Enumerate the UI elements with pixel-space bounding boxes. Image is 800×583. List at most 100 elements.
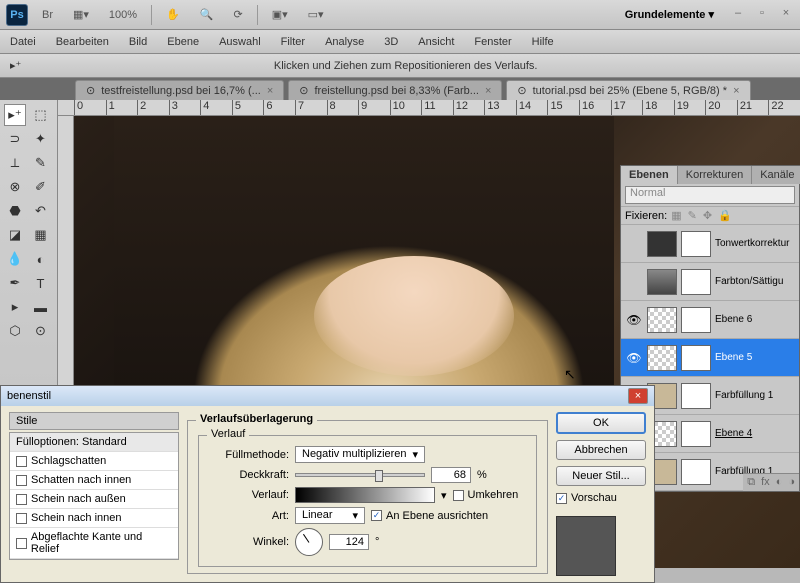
eyedropper-tool[interactable]: ✎: [30, 152, 52, 174]
opacity-input[interactable]: 68: [431, 467, 471, 483]
visibility-toggle[interactable]: [625, 273, 643, 291]
healing-tool[interactable]: ⊗: [4, 176, 26, 198]
zoom-icon[interactable]: 🔍: [194, 6, 220, 23]
cancel-button[interactable]: Abbrechen: [556, 440, 646, 460]
history-brush-tool[interactable]: ↶: [30, 200, 52, 222]
adjustment-icon[interactable]: ◑: [788, 476, 795, 489]
menu-hilfe[interactable]: Hilfe: [532, 36, 554, 48]
brush-tool[interactable]: ✐: [30, 176, 52, 198]
dodge-tool[interactable]: ◐: [30, 248, 52, 270]
type-tool[interactable]: T: [30, 272, 52, 294]
style-checkbox[interactable]: [16, 475, 27, 486]
styles-header[interactable]: Stile: [9, 412, 179, 430]
eraser-tool[interactable]: ◪: [4, 224, 26, 246]
link-icon[interactable]: ⧉: [747, 476, 755, 489]
layer-mask[interactable]: [681, 269, 711, 295]
screen-mode-button[interactable]: ▭▾: [302, 6, 330, 23]
layer-mask[interactable]: [681, 307, 711, 333]
slider-thumb[interactable]: [375, 470, 383, 482]
preview-checkbox[interactable]: Vorschau: [556, 492, 646, 504]
fillmode-select[interactable]: Negativ multiplizieren▾: [295, 446, 425, 463]
layer-mask[interactable]: [681, 459, 711, 485]
menu-bearbeiten[interactable]: Bearbeiten: [56, 36, 109, 48]
arrange-button[interactable]: ▣▾: [266, 6, 294, 23]
layer-thumb[interactable]: [647, 345, 677, 371]
move-tool[interactable]: ▸⁺: [4, 104, 26, 126]
angle-dial[interactable]: [295, 528, 323, 556]
layer-mask[interactable]: [681, 231, 711, 257]
type-select[interactable]: Linear▾: [295, 507, 365, 524]
reverse-checkbox[interactable]: Umkehren: [453, 489, 519, 501]
blend-mode-select[interactable]: Normal: [625, 186, 795, 204]
crop-tool[interactable]: ⟂: [4, 152, 26, 174]
doc-tab-active[interactable]: ⊙ tutorial.psd bei 25% (Ebene 5, RGB/8) …: [506, 80, 750, 100]
menu-filter[interactable]: Filter: [281, 36, 305, 48]
style-item[interactable]: Schein nach außen: [10, 490, 178, 509]
ok-button[interactable]: OK: [556, 412, 646, 434]
menu-bild[interactable]: Bild: [129, 36, 147, 48]
layer-thumb[interactable]: [647, 307, 677, 333]
menu-fenster[interactable]: Fenster: [474, 36, 511, 48]
style-item[interactable]: Abgeflachte Kante und Relief: [10, 528, 178, 559]
menu-ebene[interactable]: Ebene: [167, 36, 199, 48]
fx-icon[interactable]: fx: [761, 476, 770, 489]
pen-tool[interactable]: ✒: [4, 272, 26, 294]
chevron-down-icon[interactable]: ▾: [441, 489, 447, 502]
doc-tab[interactable]: ⊙ freistellung.psd bei 8,33% (Farb... ×: [288, 80, 502, 100]
marquee-tool[interactable]: ⬚: [30, 104, 52, 126]
layer-mask[interactable]: [681, 421, 711, 447]
3d-camera-tool[interactable]: ⊙: [30, 320, 52, 342]
tab-ebenen[interactable]: Ebenen: [621, 166, 678, 184]
mask-icon[interactable]: ◐: [776, 476, 783, 489]
style-item[interactable]: Schlagschatten: [10, 452, 178, 471]
bridge-button[interactable]: Br: [36, 7, 59, 23]
dialog-close-button[interactable]: ×: [628, 388, 648, 404]
lock-pixels-icon[interactable]: ✎: [688, 209, 697, 222]
menu-datei[interactable]: Datei: [10, 36, 36, 48]
align-checkbox[interactable]: An Ebene ausrichten: [371, 510, 488, 522]
lasso-tool[interactable]: ⊃: [4, 128, 26, 150]
lock-position-icon[interactable]: ✥: [703, 209, 712, 222]
visibility-toggle[interactable]: [625, 235, 643, 253]
workspace-switcher[interactable]: Grundelemente ▾: [617, 6, 722, 23]
layer-row[interactable]: 👁 Ebene 6: [621, 301, 799, 339]
angle-input[interactable]: 124: [329, 534, 369, 550]
wand-tool[interactable]: ✦: [30, 128, 52, 150]
layer-row[interactable]: Farbton/Sättigu: [621, 263, 799, 301]
menu-3d[interactable]: 3D: [384, 36, 398, 48]
gradient-tool[interactable]: ▦: [30, 224, 52, 246]
lock-transparency-icon[interactable]: ▦: [671, 209, 681, 222]
menu-auswahl[interactable]: Auswahl: [219, 36, 261, 48]
layer-thumb[interactable]: [647, 231, 677, 257]
gradient-picker[interactable]: [295, 487, 435, 503]
close-icon[interactable]: ×: [778, 7, 794, 23]
layer-row-selected[interactable]: 👁 Ebene 5: [621, 339, 799, 377]
style-item[interactable]: Schein nach innen: [10, 509, 178, 528]
layer-mask[interactable]: [681, 345, 711, 371]
history-button[interactable]: ▦▾: [67, 6, 95, 23]
dialog-title-bar[interactable]: benenstil ×: [1, 386, 654, 406]
lock-all-icon[interactable]: 🔒: [718, 209, 732, 222]
layer-thumb[interactable]: [647, 269, 677, 295]
path-tool[interactable]: ▸: [4, 296, 26, 318]
tab-close-icon[interactable]: ×: [733, 85, 739, 97]
tab-close-icon[interactable]: ×: [267, 85, 273, 97]
style-checkbox[interactable]: [16, 538, 27, 549]
visibility-toggle[interactable]: 👁: [625, 311, 643, 329]
style-checkbox[interactable]: [16, 494, 27, 505]
restore-icon[interactable]: ▫: [754, 7, 770, 23]
rotate-icon[interactable]: ⟳: [227, 6, 248, 23]
visibility-toggle[interactable]: 👁: [625, 349, 643, 367]
style-item[interactable]: Schatten nach innen: [10, 471, 178, 490]
fill-options-item[interactable]: Fülloptionen: Standard: [10, 433, 178, 452]
tab-kanale[interactable]: Kanäle: [752, 166, 800, 184]
opacity-slider[interactable]: [295, 473, 425, 477]
doc-tab[interactable]: ⊙ testfreistellung.psd bei 16,7% (... ×: [75, 80, 284, 100]
zoom-level[interactable]: 100%: [103, 7, 143, 23]
menu-analyse[interactable]: Analyse: [325, 36, 364, 48]
style-checkbox[interactable]: [16, 513, 27, 524]
minimize-icon[interactable]: –: [730, 7, 746, 23]
tab-korrekturen[interactable]: Korrekturen: [678, 166, 752, 184]
3d-tool[interactable]: ⬡: [4, 320, 26, 342]
layer-row[interactable]: Tonwertkorrektur: [621, 225, 799, 263]
